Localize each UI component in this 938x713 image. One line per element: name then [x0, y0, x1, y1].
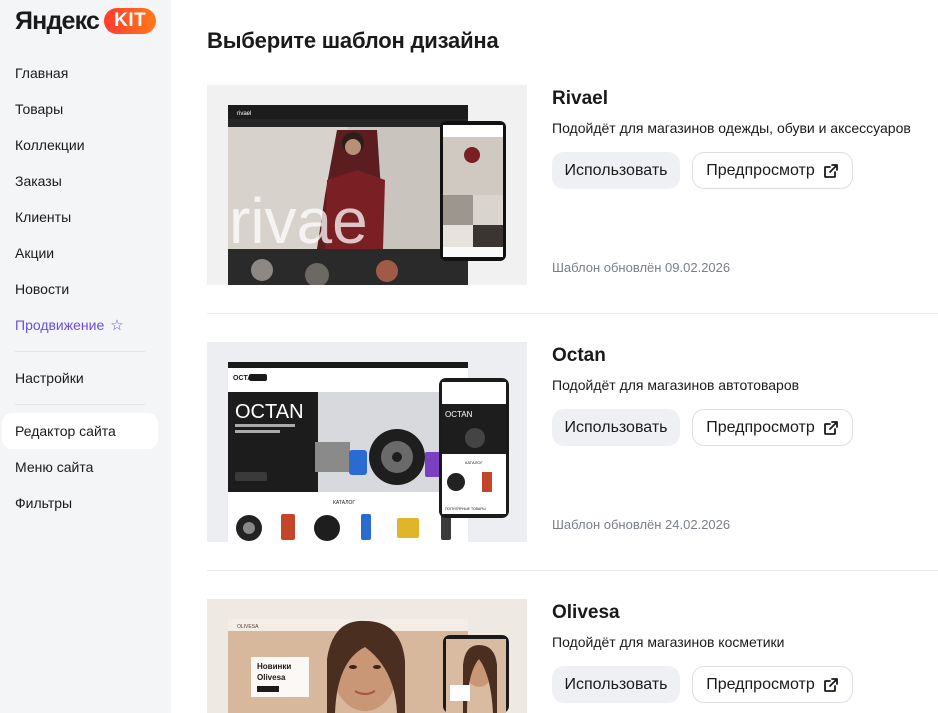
sidebar-item-promotion[interactable]: Продвижение ☆	[0, 307, 171, 343]
template-name: Octan	[552, 345, 606, 366]
sidebar-item-label: Товары	[15, 101, 64, 117]
star-icon: ☆	[110, 317, 124, 334]
template-card-rivael: rivae rivael Rivael Подойдёт для магазин…	[207, 85, 938, 285]
external-link-icon	[823, 420, 838, 435]
sidebar-item-collections[interactable]: Коллекции	[0, 127, 171, 163]
sidebar-item-home[interactable]: Главная	[0, 55, 171, 91]
sidebar-item-label: Клиенты	[15, 209, 72, 225]
template-name: Olivesa	[552, 602, 620, 623]
sidebar-nav: Главная Товары Коллекции Заказы Клиенты …	[0, 55, 171, 521]
sidebar-item-label: Коллекции	[15, 137, 85, 153]
sidebar-item-clients[interactable]: Клиенты	[0, 199, 171, 235]
olivesa-logo: OLIVESA	[237, 624, 259, 630]
sidebar-item-orders[interactable]: Заказы	[0, 163, 171, 199]
main-content: Выберите шаблон дизайна rivae rivael Riv…	[171, 0, 938, 713]
sidebar-item-label: Редактор сайта	[15, 423, 116, 439]
preview-template-label: Предпросмотр	[706, 675, 815, 693]
divider	[207, 313, 938, 314]
divider	[207, 570, 938, 571]
octan-preview-mock: OCTAN OCTAN КАТАЛОГ OCTAN КАТАЛОГ ПОПУЛЯ…	[207, 342, 527, 542]
template-preview-image[interactable]: OLIVESA Новинки Olivesa	[207, 599, 527, 713]
template-description: Подойдёт для магазинов автотоваров	[552, 377, 800, 393]
sidebar-item-label: Акции	[15, 245, 55, 261]
sidebar-item-label: Меню сайта	[15, 459, 94, 475]
octan-phone-hero: OCTAN	[445, 410, 473, 419]
template-preview-image[interactable]: OCTAN OCTAN КАТАЛОГ OCTAN КАТАЛОГ ПОПУЛЯ…	[207, 342, 527, 542]
preview-template-button[interactable]: Предпросмотр	[692, 409, 853, 446]
sidebar-item-news[interactable]: Новости	[0, 271, 171, 307]
rivael-hero-text: rivae	[229, 185, 368, 257]
rivael-logo: rivael	[237, 111, 251, 117]
olivesa-hero-line1: Новинки	[257, 662, 291, 671]
preview-template-button[interactable]: Предпросмотр	[692, 666, 853, 703]
olivesa-hero-line2: Olivesa	[257, 673, 286, 682]
logo-badge: KIT	[104, 8, 157, 34]
sidebar-item-label: Главная	[15, 65, 69, 81]
octan-popular-label: ПОПУЛЯРНЫЕ ТОВАРЫ	[445, 507, 486, 511]
template-preview-image[interactable]: rivae rivael	[207, 85, 527, 285]
logo-text: Яндекс	[15, 6, 100, 35]
sidebar-item-products[interactable]: Товары	[0, 91, 171, 127]
template-description: Подойдёт для магазинов одежды, обуви и а…	[552, 120, 911, 136]
sidebar-item-label: Фильтры	[15, 495, 73, 511]
preview-template-button[interactable]: Предпросмотр	[692, 152, 853, 189]
use-template-button[interactable]: Использовать	[552, 666, 680, 703]
sidebar-item-label: Заказы	[15, 173, 62, 189]
template-name: Rivael	[552, 88, 608, 109]
sidebar-item-label: Настройки	[15, 370, 84, 386]
sidebar-item-settings[interactable]: Настройки	[0, 360, 171, 396]
sidebar-item-promotions[interactable]: Акции	[0, 235, 171, 271]
sidebar-item-site-editor[interactable]: Редактор сайта	[2, 413, 158, 449]
logo[interactable]: Яндекс KIT	[15, 6, 157, 36]
octan-hero-text: OCTAN	[235, 401, 304, 423]
template-updated: Шаблон обновлён 09.02.2026	[552, 260, 731, 275]
template-description: Подойдёт для магазинов косметики	[552, 634, 785, 650]
sidebar-item-label: Продвижение	[15, 317, 105, 333]
page-title: Выберите шаблон дизайна	[207, 28, 499, 53]
sidebar: Яндекс KIT Главная Товары Коллекции Зака…	[0, 0, 171, 713]
use-template-button[interactable]: Использовать	[552, 152, 680, 189]
preview-template-label: Предпросмотр	[706, 418, 815, 436]
preview-template-label: Предпросмотр	[706, 161, 815, 179]
olivesa-preview-mock: OLIVESA Новинки Olivesa	[207, 599, 527, 713]
use-template-label: Использовать	[564, 418, 668, 436]
rivael-preview-mock: rivae rivael	[207, 85, 527, 285]
use-template-label: Использовать	[564, 675, 668, 693]
template-updated: Шаблон обновлён 24.02.2026	[552, 517, 731, 532]
octan-catalog-label: КАТАЛОГ	[333, 500, 355, 506]
template-card-olivesa: OLIVESA Новинки Olivesa Olivesa Подойдёт…	[207, 599, 938, 713]
external-link-icon	[823, 163, 838, 178]
sidebar-item-site-menu[interactable]: Меню сайта	[0, 449, 171, 485]
use-template-button[interactable]: Использовать	[552, 409, 680, 446]
use-template-label: Использовать	[564, 161, 668, 179]
sidebar-divider	[15, 351, 145, 352]
sidebar-divider	[15, 404, 145, 405]
sidebar-item-filters[interactable]: Фильтры	[0, 485, 171, 521]
sidebar-item-label: Новости	[15, 281, 70, 297]
template-card-octan: OCTAN OCTAN КАТАЛОГ OCTAN КАТАЛОГ ПОПУЛЯ…	[207, 342, 938, 542]
external-link-icon	[823, 677, 838, 692]
octan-phone-catalog: КАТАЛОГ	[465, 460, 483, 465]
